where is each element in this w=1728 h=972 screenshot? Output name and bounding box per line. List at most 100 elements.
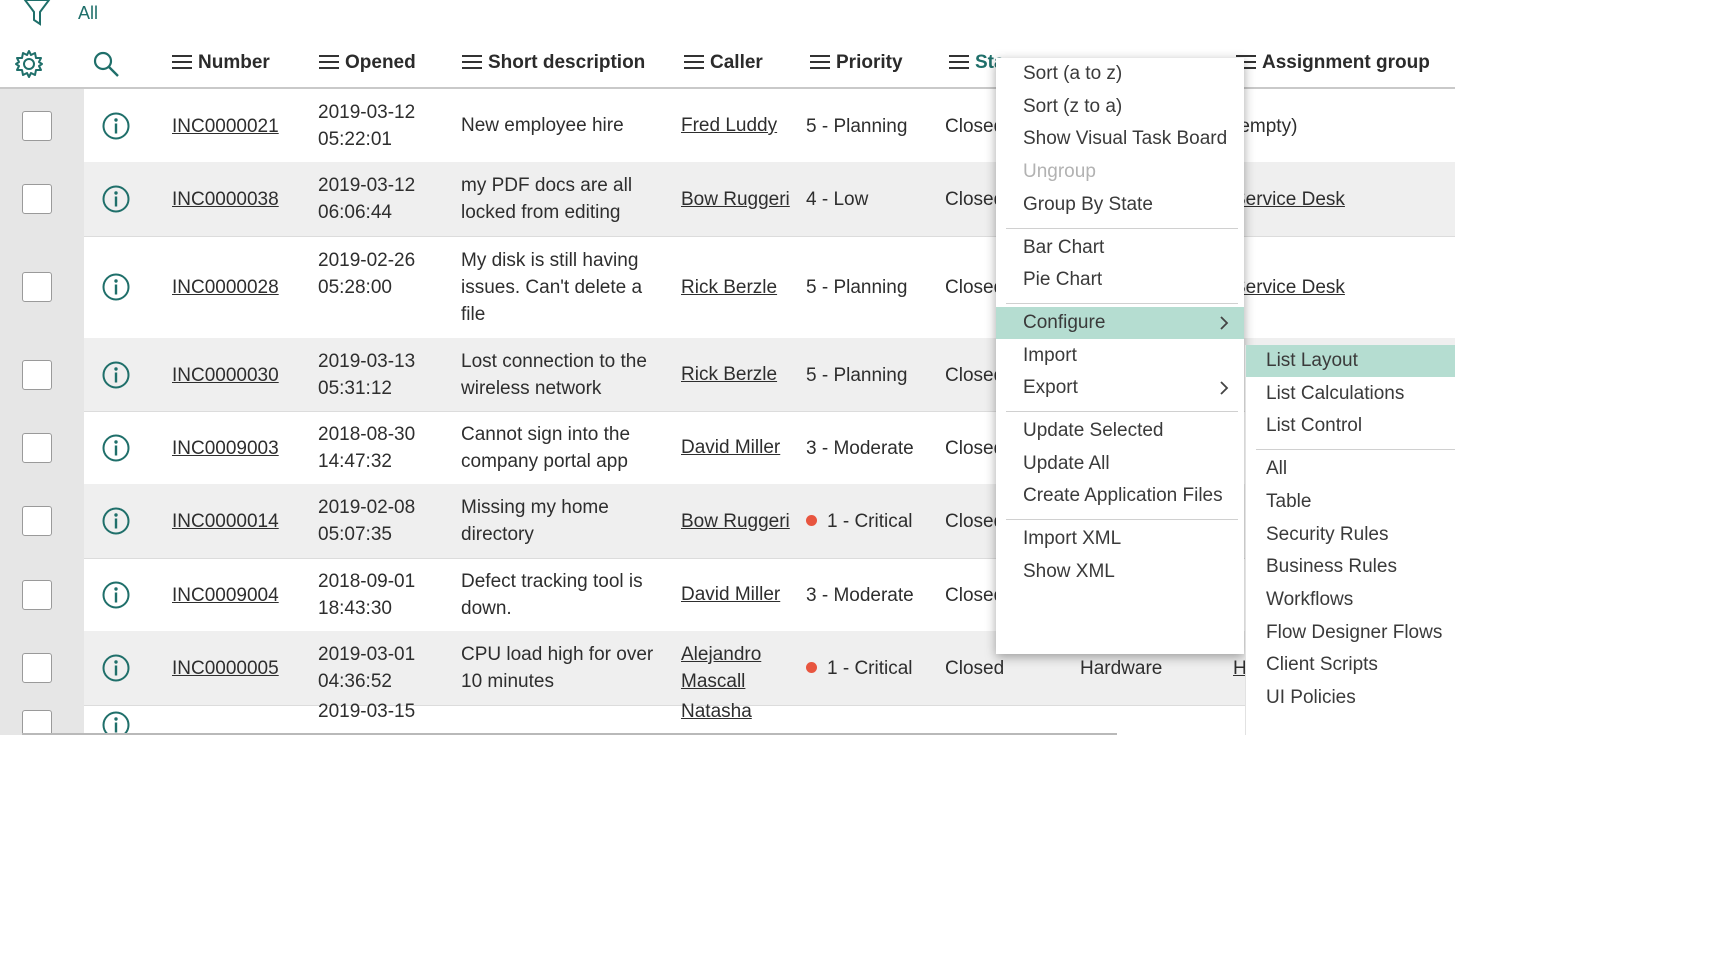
cell-caller[interactable]: Rick Berzle: [681, 274, 777, 301]
menu-item-update-selected[interactable]: Update Selected: [996, 415, 1244, 447]
menu-item-update-all[interactable]: Update All: [996, 448, 1244, 480]
filter-breadcrumb-all[interactable]: All: [78, 3, 98, 24]
cell-caller[interactable]: Alejandro Mascall: [681, 641, 761, 695]
column-header-short-description[interactable]: Short description: [462, 52, 645, 74]
cell-number[interactable]: INC0009004: [172, 582, 279, 609]
menu-separator: [1006, 411, 1238, 412]
menu-item-all[interactable]: All: [1246, 453, 1455, 485]
incident-number-link[interactable]: INC0000021: [172, 116, 279, 137]
menu-item-create-application-files[interactable]: Create Application Files: [996, 480, 1244, 512]
incident-number-link[interactable]: INC0000014: [172, 511, 279, 532]
info-icon[interactable]: [101, 710, 131, 735]
row-checkbox[interactable]: [22, 360, 52, 390]
cell-number[interactable]: INC0000021: [172, 113, 279, 140]
incident-number-link[interactable]: INC0000038: [172, 189, 279, 210]
caller-link[interactable]: Fred Luddy: [681, 115, 777, 136]
filter-icon[interactable]: [22, 0, 52, 28]
menu-item-list-layout[interactable]: List Layout: [1246, 345, 1455, 377]
assignment-group-link[interactable]: Service Desk: [1233, 277, 1345, 298]
row-checkbox[interactable]: [22, 433, 52, 463]
column-menu-icon[interactable]: [810, 55, 830, 69]
cell-caller[interactable]: Rick Berzle: [681, 361, 777, 388]
column-menu-icon[interactable]: [319, 55, 339, 69]
row-checkbox[interactable]: [22, 580, 52, 610]
incident-number-link[interactable]: INC0000028: [172, 277, 279, 298]
cell-assignment-group[interactable]: Service Desk: [1233, 274, 1345, 301]
assignment-group-link[interactable]: Service Desk: [1233, 189, 1345, 210]
info-icon[interactable]: [101, 272, 131, 302]
column-header-number[interactable]: Number: [172, 52, 270, 74]
cell-caller[interactable]: David Miller: [681, 434, 780, 461]
caller-link[interactable]: Bow Ruggeri: [681, 189, 790, 210]
caller-link[interactable]: Natasha: [681, 701, 752, 722]
column-header-opened[interactable]: Opened: [319, 52, 416, 74]
menu-item-list-calculations[interactable]: List Calculations: [1246, 378, 1455, 410]
menu-item-sort-a-to-z[interactable]: Sort (a to z): [996, 58, 1244, 90]
gear-icon[interactable]: [14, 49, 44, 79]
cell-number[interactable]: INC0000030: [172, 362, 279, 389]
column-header-priority[interactable]: Priority: [810, 52, 903, 74]
menu-item-export[interactable]: Export: [996, 372, 1244, 404]
menu-item-import-xml[interactable]: Import XML: [996, 523, 1244, 555]
info-icon[interactable]: [101, 506, 131, 536]
incident-number-link[interactable]: INC0000030: [172, 365, 279, 386]
incident-number-link[interactable]: INC0009003: [172, 438, 279, 459]
column-menu-icon[interactable]: [462, 55, 482, 69]
caller-link[interactable]: Mascall: [681, 671, 745, 692]
column-menu-icon[interactable]: [684, 55, 704, 69]
cell-number[interactable]: INC0000014: [172, 508, 279, 535]
cell-caller[interactable]: Bow Ruggeri: [681, 508, 790, 535]
info-icon[interactable]: [101, 653, 131, 683]
search-icon[interactable]: [92, 50, 120, 78]
info-icon[interactable]: [101, 184, 131, 214]
incident-number-link[interactable]: INC0009004: [172, 585, 279, 606]
menu-item-pie-chart[interactable]: Pie Chart: [996, 264, 1244, 296]
cell-number[interactable]: INC0000005: [172, 655, 279, 682]
cell-caller[interactable]: Fred Luddy: [681, 112, 777, 139]
row-checkbox[interactable]: [22, 506, 52, 536]
menu-item-bar-chart[interactable]: Bar Chart: [996, 232, 1244, 264]
menu-item-sort-z-to-a[interactable]: Sort (z to a): [996, 91, 1244, 123]
menu-item-client-scripts[interactable]: Client Scripts: [1246, 649, 1455, 681]
menu-item-workflows[interactable]: Workflows: [1246, 584, 1455, 616]
menu-item-show-visual-task-board[interactable]: Show Visual Task Board: [996, 123, 1244, 155]
row-checkbox[interactable]: [22, 184, 52, 214]
row-checkbox[interactable]: [22, 653, 52, 683]
caller-link[interactable]: Bow Ruggeri: [681, 511, 790, 532]
column-header-assignment-group[interactable]: Assignment group: [1236, 52, 1430, 74]
menu-item-group-by-state[interactable]: Group By State: [996, 189, 1244, 221]
menu-item-configure[interactable]: Configure: [996, 306, 1244, 339]
incident-number-link[interactable]: INC0000005: [172, 658, 279, 679]
menu-item-ui-policies[interactable]: UI Policies: [1246, 682, 1455, 714]
info-icon[interactable]: [101, 580, 131, 610]
menu-item-table[interactable]: Table: [1246, 486, 1455, 518]
info-icon[interactable]: [101, 433, 131, 463]
horizontal-scrollbar[interactable]: [22, 733, 1117, 735]
column-menu-icon[interactable]: [172, 55, 192, 69]
menu-item-import[interactable]: Import: [996, 340, 1244, 372]
row-checkbox[interactable]: [22, 272, 52, 302]
menu-item-flow-designer-flows[interactable]: Flow Designer Flows: [1246, 617, 1455, 649]
caller-link[interactable]: David Miller: [681, 437, 780, 458]
caller-link[interactable]: Rick Berzle: [681, 364, 777, 385]
cell-number[interactable]: INC0009003: [172, 435, 279, 462]
menu-item-security-rules[interactable]: Security Rules: [1246, 519, 1455, 551]
row-checkbox[interactable]: [22, 710, 52, 735]
column-header-caller[interactable]: Caller: [684, 52, 763, 74]
caller-link[interactable]: David Miller: [681, 584, 780, 605]
menu-item-show-xml[interactable]: Show XML: [996, 556, 1244, 588]
cell-number[interactable]: INC0000028: [172, 274, 279, 301]
caller-link[interactable]: Rick Berzle: [681, 277, 777, 298]
column-menu-icon[interactable]: [949, 55, 969, 69]
cell-assignment-group[interactable]: Service Desk: [1233, 186, 1345, 213]
cell-number[interactable]: INC0000038: [172, 186, 279, 213]
cell-caller[interactable]: Natasha: [681, 698, 752, 725]
info-icon[interactable]: [101, 360, 131, 390]
row-checkbox[interactable]: [22, 111, 52, 141]
cell-caller[interactable]: Bow Ruggeri: [681, 186, 790, 213]
info-icon[interactable]: [101, 111, 131, 141]
menu-item-business-rules[interactable]: Business Rules: [1246, 551, 1455, 583]
menu-item-list-control[interactable]: List Control: [1246, 410, 1455, 442]
caller-link[interactable]: Alejandro: [681, 644, 761, 665]
cell-caller[interactable]: David Miller: [681, 581, 780, 608]
